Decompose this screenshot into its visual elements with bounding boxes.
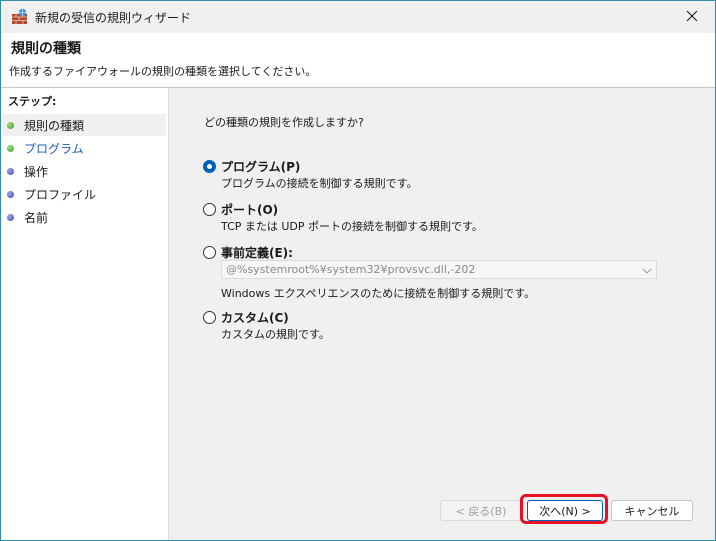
option-description: TCP または UDP ポートの接続を制御する規則です。 — [221, 220, 483, 233]
select-value: @%systemroot%¥system32¥provsvc.dll,-202 — [226, 263, 476, 276]
page-header: 規則の種類 作成するファイアウォールの規則の種類を選択してください。 — [1, 33, 715, 88]
option-description: Windows エクスペリエンスのために接続を制御する規則です。 — [221, 287, 536, 300]
step-label: 名前 — [24, 210, 49, 225]
rule-type-question: どの種類の規則を作成しますか? — [204, 116, 364, 129]
window-title: 新規の受信の規則ウィザード — [35, 11, 192, 25]
step-rule-type[interactable]: 規則の種類 — [3, 114, 166, 136]
option-description: カスタムの規則です。 — [221, 328, 330, 341]
firewall-icon — [11, 8, 28, 25]
next-button[interactable]: 次へ(N) > — [527, 500, 603, 521]
step-action[interactable]: 操作 — [3, 160, 166, 182]
option-label[interactable]: カスタム(C) — [221, 309, 289, 326]
step-program[interactable]: プログラム — [3, 137, 166, 159]
wizard-window: 新規の受信の規則ウィザード 規則の種類 作成するファイアウォールの規則の種類を選… — [0, 0, 716, 541]
page-title: 規則の種類 — [11, 41, 81, 57]
chevron-down-icon — [642, 265, 652, 274]
program-radio[interactable] — [203, 160, 216, 173]
option-label[interactable]: ポート(O) — [221, 201, 278, 218]
predefined-rule-select[interactable]: @%systemroot%¥system32¥provsvc.dll,-202 — [221, 260, 657, 279]
page-description: 作成するファイアウォールの規則の種類を選択してください。 — [9, 65, 317, 78]
blue-bullet-icon — [7, 190, 14, 198]
custom-radio[interactable] — [203, 311, 216, 324]
step-name[interactable]: 名前 — [3, 206, 166, 228]
blue-bullet-icon — [7, 167, 14, 175]
title-bar: 新規の受信の規則ウィザード — [1, 1, 715, 33]
close-icon — [686, 10, 698, 25]
steps-heading: ステップ: — [8, 95, 57, 108]
option-description: プログラムの接続を制御する規則です。 — [221, 177, 418, 190]
option-label[interactable]: プログラム(P) — [221, 158, 300, 175]
main-panel: どの種類の規則を作成しますか? プログラム(P) プログラムの接続を制御する規則… — [169, 88, 715, 540]
back-button[interactable]: < 戻る(B) — [440, 500, 522, 521]
step-label: プログラム — [24, 141, 84, 156]
step-label: 規則の種類 — [24, 118, 85, 133]
blue-bullet-icon — [7, 213, 14, 221]
green-bullet-icon — [7, 144, 14, 152]
green-bullet-icon — [7, 121, 14, 129]
cancel-button[interactable]: キャンセル — [611, 500, 693, 521]
predefined-radio[interactable] — [203, 246, 216, 259]
step-label: プロファイル — [24, 187, 97, 202]
step-profile[interactable]: プロファイル — [3, 183, 166, 205]
option-label[interactable]: 事前定義(E): — [221, 244, 293, 261]
port-radio[interactable] — [203, 203, 216, 216]
steps-sidebar: ステップ: 規則の種類 プログラム 操作 プロファイル 名前 — [1, 88, 169, 540]
close-button[interactable] — [669, 1, 715, 33]
step-label: 操作 — [24, 164, 49, 179]
